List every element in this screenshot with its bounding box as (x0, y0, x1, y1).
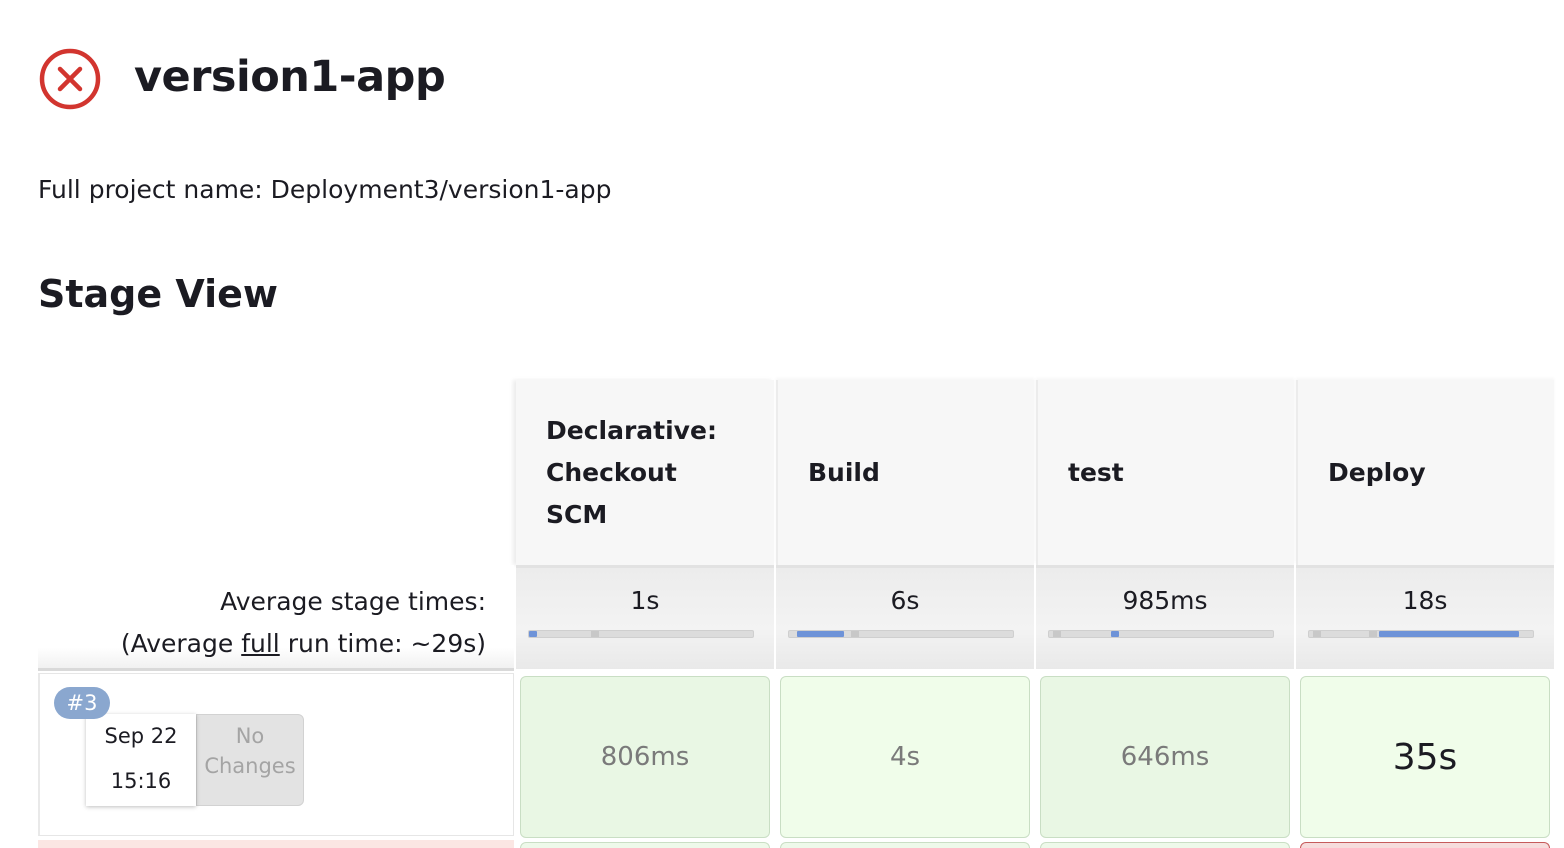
avg-time: 6s (890, 586, 920, 615)
avg-cell-deploy: 18s (1296, 565, 1554, 669)
next-run-row-header (38, 840, 514, 848)
average-run-time-text: (Average full run time: ~29s) (38, 623, 486, 665)
job-page: version1-app Full project name: Deployme… (0, 0, 1564, 848)
stage-view-table: Declarative: Checkout SCM Build test Dep… (0, 380, 1564, 848)
avg-bar-fill (797, 631, 844, 637)
stage-cell-deploy[interactable]: 35s (1300, 676, 1550, 838)
run-timestamp: Sep 22 15:16 (86, 714, 196, 806)
build-number-badge[interactable]: #3 (54, 687, 110, 719)
avg-progress-bar (788, 630, 1014, 638)
full-run-time-link[interactable]: full (241, 629, 280, 658)
stage-header-label: Declarative: Checkout SCM (546, 415, 717, 529)
stage-header-checkout[interactable]: Declarative: Checkout SCM (516, 380, 774, 565)
avg-progress-bar (1308, 630, 1534, 638)
avg-bar-fill (529, 631, 537, 637)
job-header: version1-app (38, 46, 446, 112)
run-row-header: #3 Sep 22 15:16 No Changes (38, 673, 514, 836)
stage-header-label: Build (808, 457, 880, 487)
average-times-label: Average stage times: (Average full run t… (38, 565, 514, 671)
avg-bar-fill (1379, 631, 1519, 637)
stage-cell-checkout[interactable]: 806ms (520, 676, 770, 838)
run-time: 15:16 (110, 769, 172, 793)
stage-cell-test[interactable]: 646ms (1040, 676, 1290, 838)
avg-progress-bar (1048, 630, 1274, 638)
avg-cell-checkout: 1s (516, 565, 774, 669)
next-stage-cell[interactable] (780, 842, 1030, 848)
average-run-prefix: (Average (120, 629, 242, 658)
stage-cell-build[interactable]: 4s (780, 676, 1030, 838)
next-stage-cell-failed[interactable] (1300, 842, 1550, 848)
next-stage-cell[interactable] (1040, 842, 1290, 848)
avg-bar-tick (1369, 631, 1377, 637)
changes-box[interactable]: No Changes (196, 714, 304, 806)
avg-cell-build: 6s (776, 565, 1034, 669)
run-date: Sep 22 (104, 724, 178, 748)
average-run-suffix: run time: ~29s) (279, 629, 486, 658)
avg-bar-fill (1111, 631, 1119, 637)
stage-header-build[interactable]: Build (776, 380, 1034, 565)
stage-header-label: Deploy (1328, 457, 1426, 487)
stage-duration: 806ms (600, 742, 690, 772)
stage-header-test[interactable]: test (1036, 380, 1294, 565)
stage-view-title: Stage View (38, 272, 279, 316)
avg-bar-tick (1053, 631, 1061, 637)
avg-bar-tick (851, 631, 859, 637)
avg-progress-bar (528, 630, 754, 638)
avg-bar-tick (591, 631, 599, 637)
stage-duration: 646ms (1120, 742, 1210, 772)
stage-duration: 4s (889, 742, 921, 772)
avg-time: 985ms (1122, 586, 1208, 615)
average-stage-times-text: Average stage times: (220, 587, 486, 616)
stage-duration: 35s (1392, 736, 1458, 778)
stage-header-label: test (1068, 457, 1124, 487)
avg-cell-test: 985ms (1036, 565, 1294, 669)
stage-header-deploy[interactable]: Deploy (1296, 380, 1554, 565)
job-title: version1-app (134, 52, 446, 102)
full-project-name: Full project name: Deployment3/version1-… (38, 175, 612, 204)
avg-bar-tick (1313, 631, 1321, 637)
error-circle-x-icon (39, 48, 101, 110)
next-stage-cell[interactable] (520, 842, 770, 848)
avg-time: 18s (1402, 586, 1448, 615)
avg-time: 1s (630, 586, 660, 615)
